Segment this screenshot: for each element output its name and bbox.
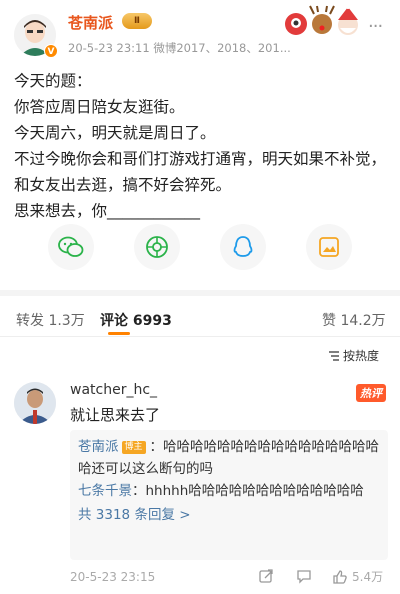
comment-text: 就让思来去了 [70, 406, 161, 424]
tab-comments[interactable]: 评论 6993 [100, 310, 172, 330]
tab-repost[interactable]: 转发 1.3万 [16, 310, 85, 330]
tabs-divider [0, 336, 400, 337]
reply-text: hhhhh哈哈哈哈哈哈哈哈哈哈哈哈哈 [145, 483, 364, 499]
sort-icon [329, 350, 339, 361]
post-body: 今天的题： 你答应周日陪女友逛街。 今天周六，明天就是周日了。 不过今晚你会和哥… [14, 68, 388, 224]
like-count: 5.4万 [352, 570, 384, 584]
festival-decoration [282, 4, 362, 38]
author-name[interactable]: 苍南派 [68, 12, 113, 33]
reply-author[interactable]: 苍南派 [78, 439, 119, 455]
section-divider [0, 290, 400, 296]
reply-colon: ： [149, 439, 164, 455]
post-line: 不过今晚你会和哥们打游戏打通宵，明天如果不补觉，和女友出去逛，搞不好会猝死。 [14, 150, 387, 194]
view-all-replies-link[interactable]: 共 3318 条回复 > [78, 504, 380, 526]
qq-icon[interactable] [220, 224, 266, 270]
wechat-icon[interactable] [48, 224, 94, 270]
photo-card-icon[interactable] [306, 224, 352, 270]
reply-author[interactable]: 七条千景 [78, 483, 132, 499]
verified-badge: V [44, 44, 58, 58]
post-line: 思来想去，你____________ [14, 202, 201, 220]
thumbs-up-icon [333, 569, 347, 584]
reply-thread[interactable]: 苍南派 博主 ：哈哈哈哈哈哈哈哈哈哈哈哈哈哈哈哈哈还可以这么断句的吗 七条千景：hh… [70, 430, 388, 560]
share-bar [0, 222, 400, 274]
moments-icon[interactable] [134, 224, 180, 270]
sort-by-hot-button[interactable]: 按热度 [328, 347, 379, 364]
post-meta: 20-5-23 23:11 微博2017、2018、201... [68, 41, 291, 55]
hot-comment-badge: 热评 [356, 384, 386, 402]
share-comment-icon[interactable] [258, 568, 274, 587]
post-line: 今天的题： [14, 72, 92, 90]
like-comment-button[interactable]: 5.4万 [332, 568, 383, 585]
comment-footer: 20-5-23 23:15 5.4万 [70, 568, 390, 586]
active-tab-indicator [108, 332, 130, 335]
blogger-badge: 博主 [121, 440, 146, 454]
reply-comment-icon[interactable] [296, 568, 312, 587]
post-line: 你答应周日陪女友逛街。 [14, 98, 185, 116]
post-header: V 苍南派 Ⅱ 20-5-23 23:11 微博2017、2018、201...… [0, 0, 400, 62]
sort-label: 按热度 [343, 349, 380, 363]
reply-colon: ： [132, 483, 146, 499]
reply-item: 苍南派 博主 ：哈哈哈哈哈哈哈哈哈哈哈哈哈哈哈哈哈还可以这么断句的吗 [78, 436, 380, 480]
commenter-avatar[interactable] [14, 382, 56, 424]
comment-time: 20-5-23 23:15 [70, 570, 156, 584]
post-line: 今天周六，明天就是周日了。 [14, 124, 216, 142]
crown-badge: Ⅱ [122, 13, 152, 29]
tab-likes[interactable]: 赞 14.2万 [322, 310, 386, 330]
commenter-name[interactable]: watcher_hc_ [70, 382, 157, 398]
more-options-icon[interactable]: ··· [368, 16, 383, 37]
engagement-tabs: 转发 1.3万 评论 6993 赞 14.2万 [0, 302, 400, 335]
reply-item: 七条千景：hhhhh哈哈哈哈哈哈哈哈哈哈哈哈哈 [78, 480, 380, 502]
